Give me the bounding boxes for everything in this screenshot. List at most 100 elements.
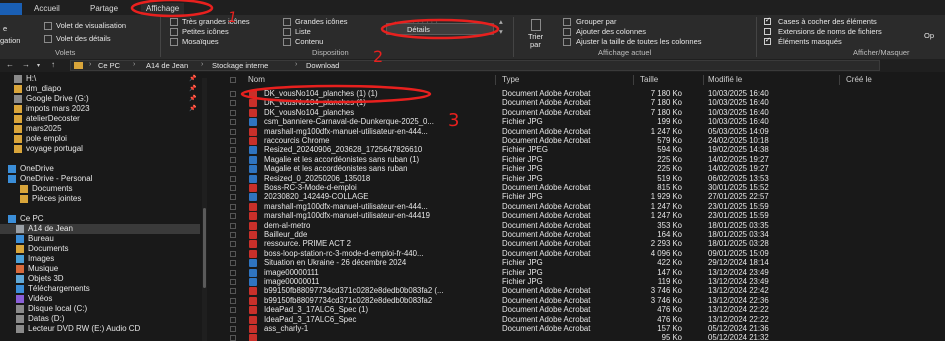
layout-details-button[interactable]: Détails <box>386 23 494 35</box>
layout-scroll-up-icon[interactable]: ▴ <box>499 17 503 26</box>
tab-accueil[interactable]: Accueil <box>34 3 60 15</box>
row-checkbox[interactable] <box>230 91 236 97</box>
forward-arrow-icon[interactable]: → <box>22 60 30 69</box>
breadcrumb-item[interactable]: Ce PC <box>98 61 120 70</box>
options-button-partial[interactable]: Op <box>924 31 934 40</box>
hidden-items-label[interactable]: Éléments masqués <box>778 37 842 46</box>
add-columns-button[interactable]: Ajouter des colonnes <box>576 27 646 36</box>
row-checkbox[interactable] <box>230 156 236 163</box>
breadcrumb[interactable]: › Ce PC › A14 de Jean › Stockage interne… <box>70 60 880 71</box>
nav-item[interactable]: Ce PC <box>0 214 200 224</box>
layout-extra-large-icons[interactable]: Très grandes icônes <box>182 17 250 26</box>
column-header-type[interactable]: Type <box>502 75 519 85</box>
nav-item[interactable]: Images <box>0 254 200 264</box>
nav-item[interactable]: mars2025 <box>0 124 200 134</box>
row-checkbox[interactable] <box>230 326 236 332</box>
tab-fichier[interactable] <box>0 3 22 15</box>
row-checkbox[interactable] <box>230 316 236 323</box>
row-checkbox[interactable] <box>230 138 236 144</box>
hidden-items-toggle[interactable] <box>764 36 771 45</box>
layout-tiles[interactable]: Mosaïques <box>182 37 219 46</box>
row-checkbox[interactable] <box>230 288 236 295</box>
row-checkbox[interactable] <box>230 269 236 276</box>
column-header-size[interactable]: Taille <box>640 75 658 85</box>
nav-item[interactable]: pole emploi <box>0 134 200 144</box>
layout-large-icons[interactable]: Grandes icônes <box>295 17 348 26</box>
column-divider[interactable] <box>495 75 496 85</box>
column-header-created[interactable]: Créé le <box>846 75 872 85</box>
file-extensions-toggle[interactable] <box>764 28 771 35</box>
row-checkbox[interactable] <box>230 175 236 182</box>
group-by-button[interactable]: Grouper par <box>576 17 616 26</box>
row-checkbox[interactable] <box>230 213 236 220</box>
nav-item[interactable]: Musique <box>0 264 200 274</box>
nav-item[interactable]: H:\ 📌 <box>0 74 200 84</box>
row-checkbox[interactable] <box>230 260 236 267</box>
sort-button-par[interactable]: par <box>530 40 541 49</box>
preview-pane-button[interactable]: Volet de visualisation <box>56 21 126 30</box>
row-checkbox[interactable] <box>230 109 236 116</box>
recent-locations-icon[interactable]: ▾ <box>37 62 40 69</box>
file-extensions-label[interactable]: Extensions de noms de fichiers <box>778 27 882 36</box>
nav-item[interactable]: atelierDecoster <box>0 114 200 124</box>
row-checkbox[interactable] <box>230 335 236 341</box>
select-all-checkbox[interactable] <box>230 77 236 83</box>
row-checkbox[interactable] <box>230 194 236 201</box>
nav-item[interactable]: Vidéos <box>0 294 200 304</box>
row-checkbox[interactable] <box>230 241 236 248</box>
nav-item[interactable]: Objets 3D <box>0 274 200 284</box>
nav-item[interactable]: Lecteur DVD RW (E:) Audio CD <box>0 324 200 334</box>
column-divider[interactable] <box>839 75 840 85</box>
nav-scrollbar[interactable] <box>202 78 207 341</box>
fit-columns-button[interactable]: Ajuster la taille de toutes les colonnes <box>576 37 702 46</box>
nav-scrollbar-thumb[interactable] <box>203 208 206 288</box>
item-checkboxes-toggle[interactable] <box>764 16 771 25</box>
breadcrumb-item[interactable]: Stockage interne <box>212 61 268 70</box>
row-checkbox[interactable] <box>230 185 236 191</box>
tab-partage[interactable]: Partage <box>90 3 118 15</box>
up-arrow-icon[interactable]: ↑ <box>51 60 55 69</box>
column-divider[interactable] <box>633 75 634 85</box>
nav-item[interactable]: Disque local (C:) <box>0 304 200 314</box>
file-row[interactable]: 95 Ko 05/12/2024 21:32 <box>222 333 945 341</box>
row-checkbox[interactable] <box>230 232 236 238</box>
details-pane-button[interactable]: Volet des détails <box>56 34 111 43</box>
nav-pane-button-label-2[interactable]: gation <box>0 36 20 45</box>
row-checkbox[interactable] <box>230 307 236 314</box>
nav-item[interactable]: A14 de Jean <box>0 224 200 234</box>
row-checkbox[interactable] <box>230 297 236 304</box>
row-checkbox[interactable] <box>230 166 236 173</box>
row-checkbox[interactable] <box>230 250 236 257</box>
layout-content[interactable]: Contenu <box>295 37 323 46</box>
nav-item[interactable]: Datas (D:) <box>0 314 200 324</box>
tab-affichage[interactable]: Affichage <box>141 3 185 15</box>
breadcrumb-item[interactable]: Download <box>306 61 339 70</box>
nav-item[interactable]: Documents <box>0 244 200 254</box>
row-checkbox[interactable] <box>230 279 236 285</box>
layout-small-icons[interactable]: Petites icônes <box>182 27 229 36</box>
row-checkbox[interactable] <box>230 100 236 107</box>
column-header-modified[interactable]: Modifié le <box>708 75 742 85</box>
column-header-name[interactable]: Nom <box>248 75 265 85</box>
column-divider[interactable] <box>703 75 704 85</box>
back-arrow-icon[interactable]: ← <box>6 60 14 69</box>
nav-item[interactable]: Bureau <box>0 234 200 244</box>
nav-item[interactable]: OneDrive <box>0 164 200 174</box>
breadcrumb-item[interactable]: A14 de Jean <box>146 61 188 70</box>
row-checkbox[interactable] <box>230 147 236 154</box>
nav-pane-button-label[interactable]: e <box>3 24 7 33</box>
nav-item[interactable]: Pièces jointes <box>0 194 200 204</box>
row-checkbox[interactable] <box>230 119 236 126</box>
nav-item[interactable]: Documents <box>0 184 200 194</box>
nav-item[interactable]: Téléchargements <box>0 284 200 294</box>
nav-item[interactable]: Google Drive (G:) 📌 <box>0 94 200 104</box>
item-checkboxes-label[interactable]: Cases à cocher des éléments <box>778 17 877 26</box>
row-checkbox[interactable] <box>230 222 236 229</box>
nav-item[interactable]: dm_diapo 📌 <box>0 84 200 94</box>
nav-item[interactable]: OneDrive - Personal <box>0 174 200 184</box>
layout-list[interactable]: Liste <box>295 27 311 36</box>
nav-item[interactable]: voyage portugal <box>0 144 200 154</box>
layout-scroll-down-icon[interactable]: ▾ <box>499 27 503 36</box>
row-checkbox[interactable] <box>230 128 236 135</box>
row-checkbox[interactable] <box>230 203 236 210</box>
